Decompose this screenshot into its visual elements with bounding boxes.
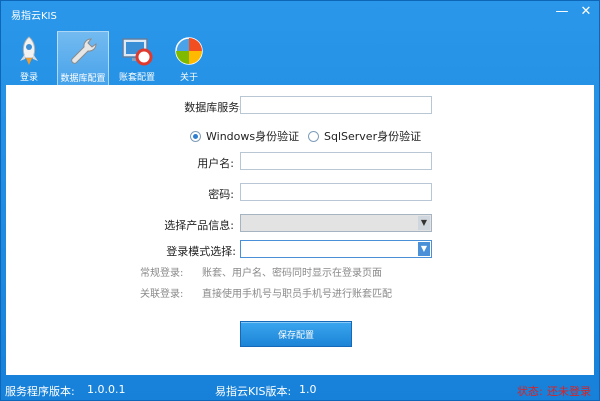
monitor-lifebuoy-icon (122, 38, 153, 66)
tab-login-label: 登录 (19, 73, 38, 83)
tab-login[interactable]: 登录 (5, 31, 53, 85)
save-config-button[interactable]: 保存配置 (240, 321, 352, 347)
password-input[interactable] (240, 183, 432, 201)
normal-login-label: 常规登录: (140, 268, 184, 279)
chevron-down-icon[interactable]: ▼ (418, 216, 430, 230)
main-toolbar: 登录 数据库配置 账套配置 关于 (5, 31, 217, 85)
login-state-value: 还未登录 (547, 385, 591, 398)
product-select[interactable]: ▼ (240, 214, 432, 232)
service-version-value: 1.0.0.1 (87, 383, 126, 396)
minimize-icon[interactable]: — (555, 5, 569, 19)
app-window: 易指云KIS — ✕ 登录 数据库配置 账套配置 关于 数据库服务器: Wind… (0, 0, 600, 401)
tab-account-config-label: 账套配置 (118, 73, 155, 83)
auth-sqlserver-label: SqlServer身份验证 (324, 130, 422, 143)
product-label: 选择产品信息: (164, 219, 234, 232)
auth-sqlserver-radio[interactable] (308, 130, 319, 142)
password-label: 密码: (208, 188, 234, 201)
tab-about[interactable]: 关于 (165, 31, 213, 85)
service-version-label: 服务程序版本: (5, 385, 75, 398)
chevron-down-icon[interactable]: ▼ (418, 242, 430, 256)
globe-icon (175, 37, 203, 65)
username-label: 用户名: (197, 157, 234, 170)
tab-database-config[interactable]: 数据库配置 (57, 31, 109, 85)
auth-windows-radio[interactable] (190, 130, 201, 142)
auth-windows-label: Windows身份验证 (206, 130, 300, 143)
tab-about-label: 关于 (179, 73, 198, 83)
server-input[interactable] (240, 96, 432, 114)
auth-sqlserver-option[interactable]: SqlServer身份验证 (308, 128, 421, 144)
window-title: 易指云KIS (11, 11, 57, 22)
config-panel: 数据库服务器: Windows身份验证 SqlServer身份验证 用户名: 密… (6, 85, 594, 375)
window-controls: — ✕ (555, 5, 593, 19)
login-state-label: 状态: (517, 385, 543, 398)
wrench-icon (71, 38, 97, 64)
username-input[interactable] (240, 152, 432, 170)
normal-login-hint: 账套、用户名、密码同时显示在登录页面 (202, 268, 382, 279)
auth-windows-option[interactable]: Windows身份验证 (190, 128, 299, 144)
title-bar[interactable]: 易指云KIS — ✕ (1, 1, 599, 27)
login-mode-select[interactable]: ▼ (240, 240, 432, 258)
kis-version-label: 易指云KIS版本: (215, 385, 292, 398)
close-icon[interactable]: ✕ (579, 5, 593, 19)
tab-account-config[interactable]: 账套配置 (113, 31, 161, 85)
tab-database-config-label: 数据库配置 (60, 74, 106, 84)
kis-version-value: 1.0 (299, 383, 317, 396)
status-bar: 服务程序版本: 1.0.0.1 易指云KIS版本: 1.0 状态: 还未登录 (1, 379, 599, 401)
server-label: 数据库服务器: (184, 101, 254, 114)
linked-login-label: 关联登录: (140, 289, 184, 300)
linked-login-hint: 直接使用手机号与职员手机号进行账套匹配 (202, 289, 392, 300)
rocket-icon (20, 36, 38, 65)
login-mode-label: 登录模式选择: (166, 245, 236, 258)
